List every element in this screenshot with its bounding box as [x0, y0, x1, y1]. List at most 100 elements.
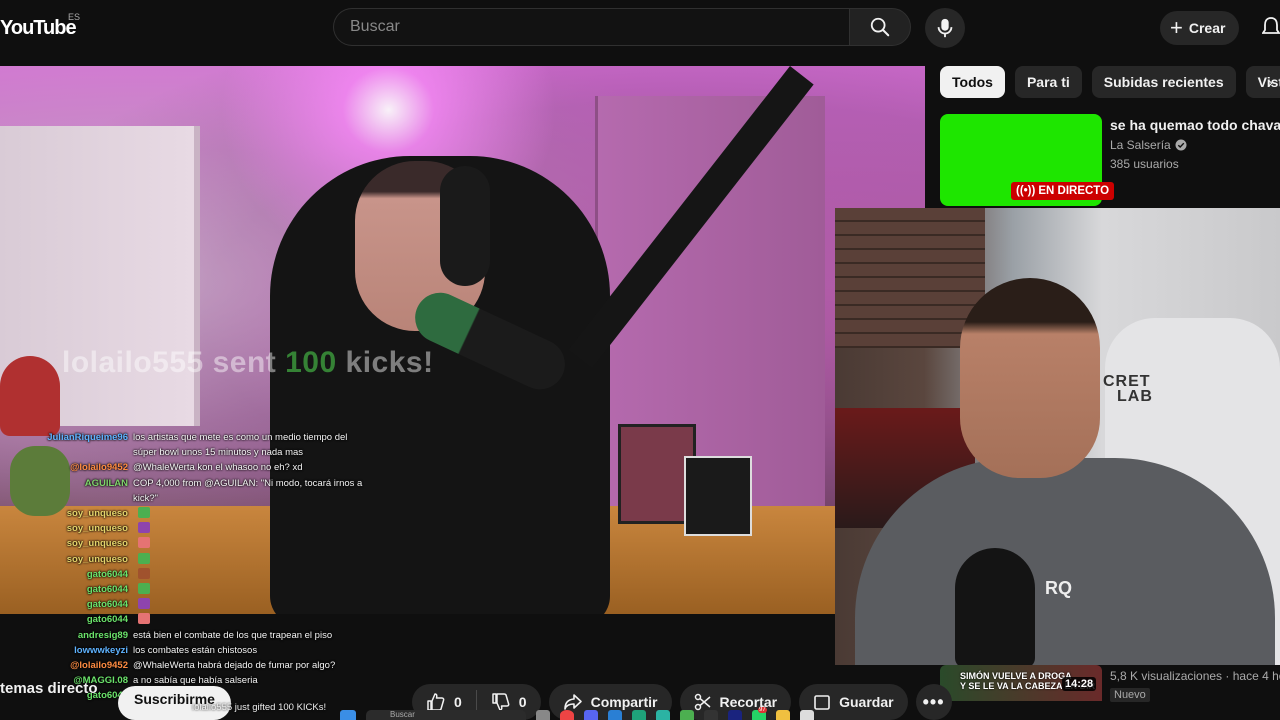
- youtube-logo[interactable]: YouTube ES: [0, 12, 80, 42]
- chat-emote-icon: [138, 583, 150, 594]
- chat-username[interactable]: soy_unqueso: [0, 506, 128, 521]
- create-label: Crear: [1188, 20, 1226, 36]
- logo-wordmark: YouTube: [0, 16, 77, 39]
- recommendation-channel[interactable]: La Salsería: [1110, 138, 1187, 152]
- chip-para-ti[interactable]: Para ti: [1014, 66, 1082, 98]
- voice-search-button[interactable]: [925, 8, 965, 48]
- create-button[interactable]: + Crear: [1160, 11, 1240, 45]
- os-taskbar: Buscar 97: [340, 707, 950, 720]
- folder-icon[interactable]: [776, 710, 790, 720]
- notifications-bell-icon[interactable]: [1261, 16, 1280, 43]
- taskbar-search[interactable]: Buscar: [366, 710, 526, 720]
- chrome-icon[interactable]: [560, 710, 574, 720]
- chat-username[interactable]: AGUILAN: [0, 476, 128, 491]
- chair-text-line-2: LAB: [1117, 388, 1153, 405]
- chat-message: andresig89 está bien el combate de los qu…: [0, 628, 332, 643]
- recommendation-item[interactable]: ((•)) EN DIRECTO se ha quemao todo chava…: [940, 114, 1280, 206]
- chat-text: súper bowl unos 15 minutos y nada mas: [133, 447, 304, 459]
- chat-message: lowwwkeyzi los combates están chistosos: [0, 643, 257, 658]
- thumbs-up-icon: [427, 693, 445, 711]
- chat-emote-icon: [138, 567, 150, 579]
- app-icon-blue[interactable]: [608, 710, 622, 720]
- recommendation-stats-2: 5,8 K visualizaciones · hace 4 hor: [1110, 669, 1280, 683]
- webcam-chair-logo: CRET LAB: [1103, 373, 1153, 405]
- app-icon-green[interactable]: [680, 710, 694, 720]
- microphone-icon: [937, 18, 953, 38]
- share-icon: [563, 694, 582, 710]
- notification-count-badge: 97: [758, 707, 767, 713]
- app-icon-teal[interactable]: [656, 710, 670, 720]
- chat-username[interactable]: gato6044: [0, 567, 128, 582]
- chat-username[interactable]: soy_unqueso: [0, 521, 128, 536]
- chat-emote-icon: [138, 552, 150, 564]
- chat-message: @lolailo9452 @WhaleWerta habrá dejado de …: [0, 658, 335, 673]
- chat-message: kick?": [0, 491, 158, 506]
- thumbs-down-icon: [492, 693, 510, 711]
- alert-amount: 100: [285, 346, 337, 379]
- recommendation-title[interactable]: se ha quemao todo chavales: [1110, 117, 1280, 133]
- dislike-count: 0: [518, 694, 527, 710]
- chat-text: está bien el combate de los que trapean …: [133, 629, 333, 641]
- recommendation-viewers: 385 usuarios: [1110, 157, 1179, 171]
- chair-text-line-1: CRET: [1103, 373, 1151, 390]
- live-broadcast-icon: ((•)): [1016, 185, 1036, 197]
- edge-icon[interactable]: [632, 710, 646, 720]
- share-label: Compartir: [590, 694, 658, 710]
- chat-username[interactable]: gato6044: [0, 612, 128, 627]
- channel-name: La Salsería: [1110, 138, 1171, 152]
- chat-username[interactable]: soy_unqueso: [0, 536, 128, 551]
- chat-text: los combates están chistosos: [133, 644, 258, 656]
- chat-message: soy_unqueso: [0, 536, 150, 551]
- chat-emote-icon: [138, 507, 150, 518]
- gift-notification: lolailo555 just gifted 100 KICKs!: [192, 702, 327, 713]
- chip-todos[interactable]: Todos: [940, 66, 1005, 98]
- chat-text: COP 4,000 from @AGUILAN: "Ni modo, tocar…: [133, 477, 363, 489]
- search-input[interactable]: [334, 9, 849, 45]
- search-box[interactable]: [333, 8, 849, 46]
- chat-username[interactable]: gato6044: [0, 597, 128, 612]
- chevron-right-icon[interactable]: ›: [1268, 74, 1273, 90]
- duration-badge: 14:28: [1062, 677, 1097, 691]
- channel-title[interactable]: temas directo: [0, 680, 98, 697]
- chat-username[interactable]: lowwwkeyzi: [0, 643, 128, 658]
- windows-start-icon[interactable]: [340, 710, 356, 720]
- video-scene-frame: [684, 456, 752, 536]
- new-badge: Nuevo: [1110, 688, 1150, 702]
- verified-check-icon: [1175, 139, 1187, 151]
- scissors-icon: [694, 693, 710, 711]
- chat-username[interactable]: soy_unqueso: [0, 552, 128, 567]
- calendar-icon[interactable]: [800, 710, 814, 720]
- stream-chat-overlay: JulianRiqueime96 los artistas que mete es…: [0, 430, 400, 720]
- chat-username[interactable]: andresig89: [0, 628, 128, 643]
- chat-message: gato6044: [0, 597, 150, 612]
- whatsapp-icon[interactable]: 97: [752, 707, 767, 720]
- streamer-headset: [440, 166, 490, 286]
- search-button[interactable]: [849, 8, 911, 46]
- chat-emote-icon: [138, 598, 150, 610]
- chat-text: @WhaleWerta kon el whasoo no eh? xd: [133, 462, 303, 474]
- app-icon-dark[interactable]: [704, 710, 718, 720]
- chat-username[interactable]: JulianRiqueime96: [0, 430, 128, 445]
- chat-emote-icon: [138, 522, 150, 534]
- plus-icon: +: [1170, 15, 1183, 40]
- alert-sent: sent: [212, 346, 277, 379]
- chat-username[interactable]: @lolailo9452: [0, 460, 128, 475]
- chat-username[interactable]: gato6044: [0, 582, 128, 597]
- chat-message: AGUILAN COP 4,000 from @AGUILAN: "Ni modo…: [0, 476, 363, 491]
- save-label: Guardar: [839, 694, 894, 710]
- webcam-shirt-logo: RQ: [1045, 578, 1072, 598]
- chat-text: @WhaleWerta habrá dejado de fumar por al…: [133, 660, 336, 671]
- discord-icon[interactable]: [584, 710, 598, 720]
- chip-visto[interactable]: Visto: [1245, 66, 1280, 98]
- related-filter-chips: Todos Para ti Subidas recientes Visto: [940, 66, 1280, 98]
- chat-message: soy_unqueso: [0, 506, 150, 521]
- chip-subidas-recientes[interactable]: Subidas recientes: [1091, 66, 1236, 98]
- save-playlist-icon: [814, 695, 830, 710]
- clip-label: Recortar: [719, 694, 778, 710]
- chat-username[interactable]: @lolailo9452: [0, 658, 128, 673]
- chat-text: a no sabía que había salseria: [133, 675, 258, 687]
- file-icon[interactable]: [536, 710, 550, 720]
- chat-emote-icon: [138, 613, 150, 625]
- app-icon-navy[interactable]: [728, 710, 742, 720]
- chat-text: los artistas que mete es como un medio t…: [133, 432, 348, 443]
